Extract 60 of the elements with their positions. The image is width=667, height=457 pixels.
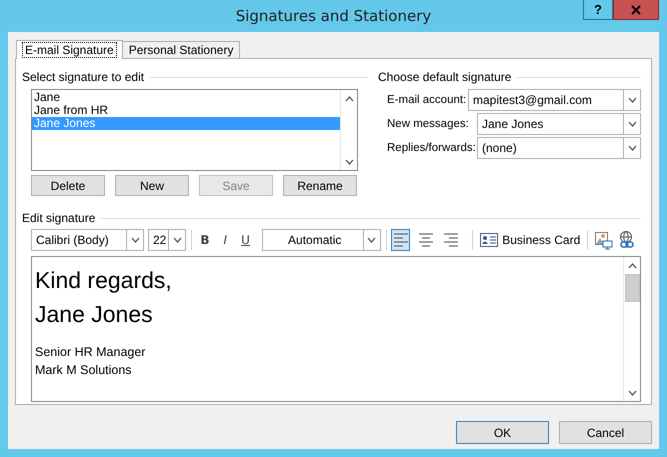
section-heading: Select signature to edit [22,70,144,84]
chevron-down-icon [628,97,636,103]
chevron-down-icon [628,121,636,127]
dropdown-value: 22 [153,233,166,247]
chevron-down-icon [628,145,636,151]
close-button[interactable] [613,0,659,20]
action-button[interactable]: New [115,175,189,196]
section-heading: Choose default signature [378,70,512,84]
business-card-button[interactable]: Business Card [478,229,582,251]
tab[interactable]: E-mail Signature [16,40,123,59]
contact-card-icon [480,233,498,247]
align-center-icon [418,232,434,248]
chevron-down-icon [130,237,140,243]
cancel-button[interactable]: Cancel [559,421,652,444]
dropdown-value: (none) [482,141,517,155]
underline-button[interactable]: U [237,229,254,251]
scrollbar-thumb[interactable] [624,274,640,302]
italic-button[interactable]: I [217,229,234,251]
field-label: Replies/forwards: [386,141,477,155]
signature-text: Kind regards, [35,266,173,295]
align-left-icon [392,232,409,248]
scrollbar[interactable] [623,257,640,401]
bold-button[interactable]: B [196,229,214,251]
dropdown-value: mapitest3@gmail.com [473,93,592,107]
font-dropdown[interactable]: Calibri (Body) [31,229,144,251]
field-label: New messages: [386,117,470,131]
signature-text: Mark M Solutions [35,362,133,379]
chevron-down-icon [628,390,637,396]
dropdown[interactable]: Jane Jones [477,113,641,135]
dropdown-value: Automatic [287,233,342,247]
insert-picture-button[interactable] [593,229,614,251]
align-right-icon [443,232,460,248]
signature-text: Jane Jones [35,300,154,329]
field-label: E-mail account: [386,93,468,107]
dropdown-value: Calibri (Body) [36,233,109,247]
action-button[interactable]: Rename [283,175,357,196]
chevron-down-icon [172,237,182,243]
signature-text: Senior HR Manager [35,344,146,361]
action-button[interactable]: Delete [31,175,105,196]
window-title: Signatures and Stationery [236,7,432,25]
close-icon [631,4,641,14]
dropdown[interactable]: mapitest3@gmail.com [468,89,641,111]
ok-button[interactable]: OK [456,421,549,444]
size-dropdown[interactable]: 22 [148,229,186,251]
font-color-dropdown[interactable]: Automatic [262,229,381,251]
list-item[interactable]: Jane from HR [32,104,340,117]
dropdown-value: Jane Jones [482,117,544,131]
signature-editor[interactable]: Kind regards, Jane Jones Senior HR Manager Mark M Solutions [31,256,641,402]
signature-list[interactable]: Jane Jane from HR Jane Jones [31,89,358,171]
chevron-down-icon [367,237,376,243]
tab[interactable]: Personal Stationery [122,41,240,58]
section-heading: Edit signature [22,211,96,225]
chevron-up-icon [345,96,354,102]
picture-monitor-icon [593,230,614,250]
chevron-up-icon [628,262,637,268]
list-item[interactable]: Jane [32,91,340,104]
align-left-button[interactable] [391,229,410,251]
dropdown[interactable]: (none) [477,137,641,159]
help-button[interactable]: ? [583,0,613,20]
chevron-down-icon [345,158,354,164]
